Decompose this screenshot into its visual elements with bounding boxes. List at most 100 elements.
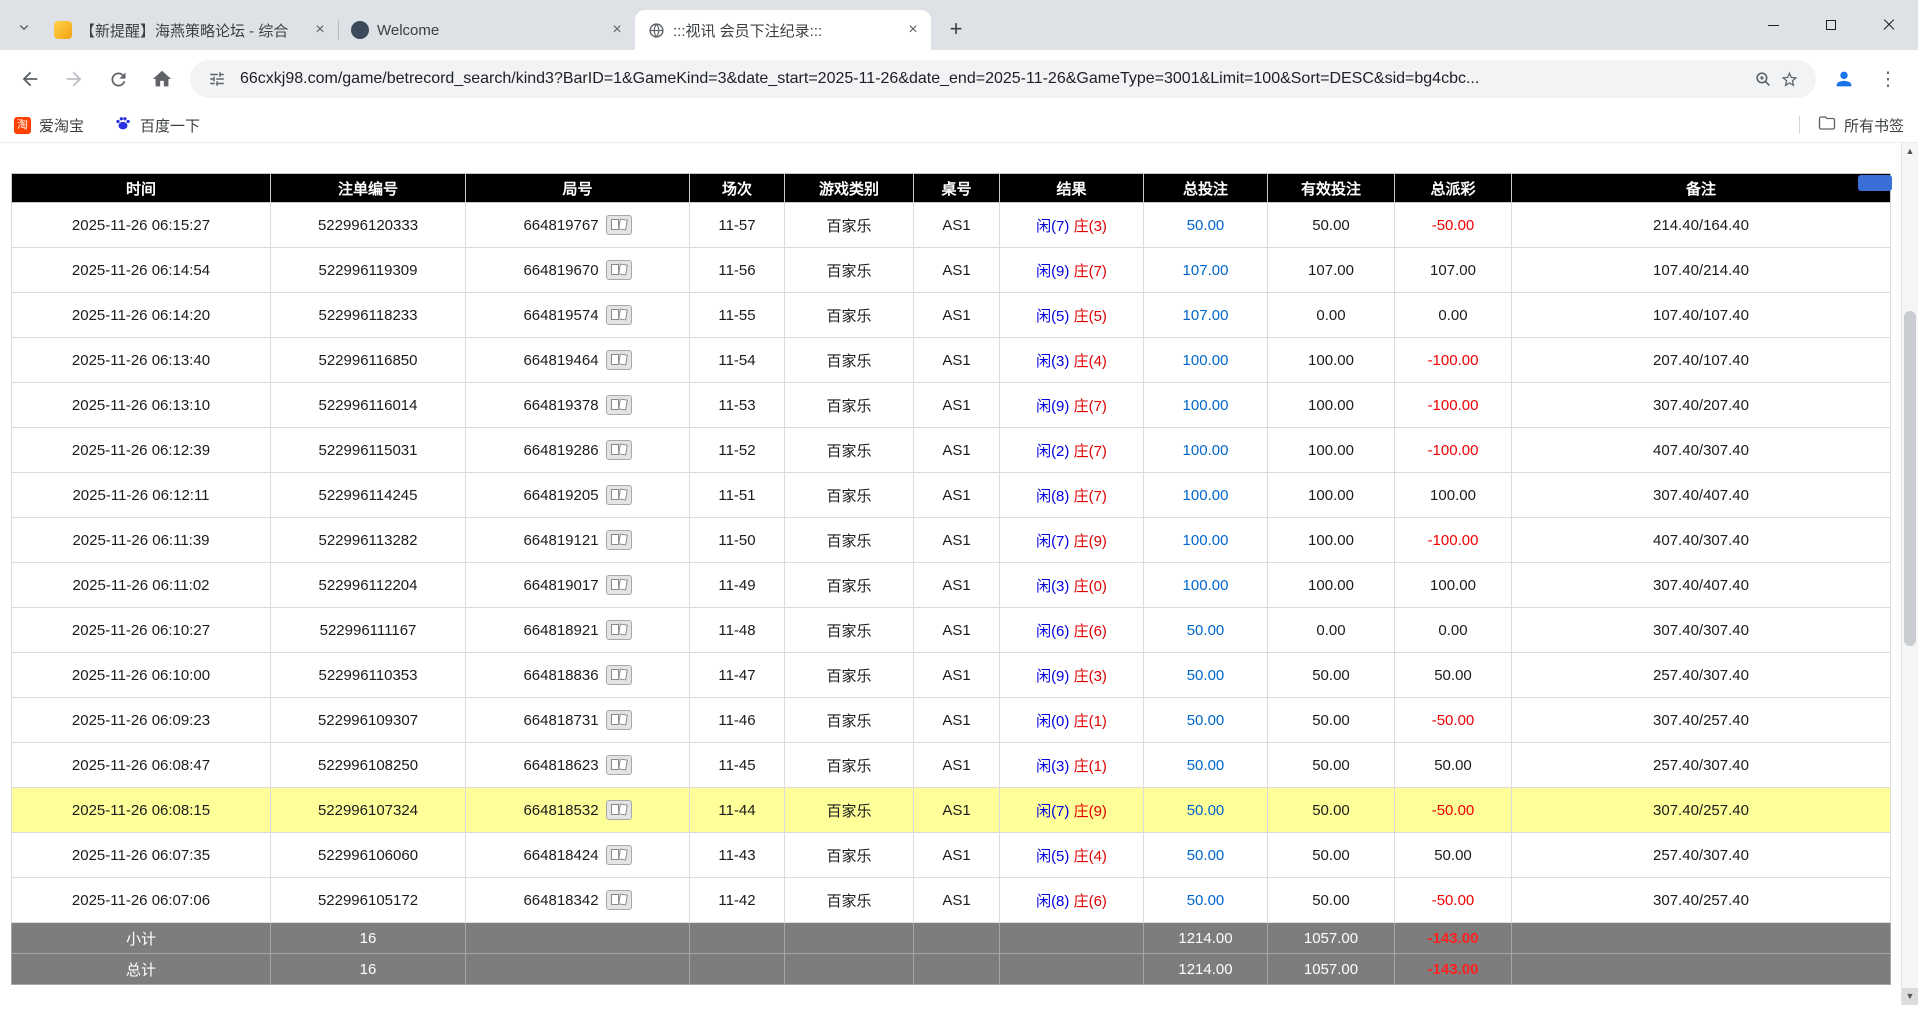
cell-payout: 100.00 — [1395, 563, 1512, 608]
cell-total-bet[interactable]: 107.00 — [1144, 248, 1268, 293]
partial-blue-button[interactable] — [1858, 175, 1892, 191]
url-text[interactable]: 66cxkj98.com/game/betrecord_search/kind3… — [240, 70, 1740, 88]
cell-remark: 407.40/307.40 — [1512, 518, 1891, 563]
card-result-icon[interactable] — [606, 260, 632, 280]
tab-search-button[interactable] — [10, 13, 38, 41]
player-result: 闲(7) — [1036, 803, 1069, 820]
cell-total-bet[interactable]: 50.00 — [1144, 608, 1268, 653]
tab-welcome[interactable]: Welcome × — [339, 10, 635, 50]
reload-button[interactable] — [98, 59, 138, 99]
card-result-icon[interactable] — [606, 215, 632, 235]
back-button[interactable] — [10, 59, 50, 99]
cell-total-bet[interactable]: 100.00 — [1144, 563, 1268, 608]
column-header: 桌号 — [914, 174, 1000, 203]
scroll-down-icon[interactable]: ▼ — [1902, 988, 1918, 1005]
cell-result: 闲(9) 庄(3) — [1000, 653, 1144, 698]
window-minimize-button[interactable] — [1744, 0, 1802, 50]
home-icon — [151, 68, 173, 90]
tab-close-icon[interactable]: × — [903, 20, 923, 40]
table-row[interactable]: 2025-11-26 06:13:40522996116850664819464… — [12, 338, 1891, 383]
site-settings-icon[interactable] — [204, 66, 230, 92]
scroll-up-icon[interactable]: ▲ — [1902, 143, 1918, 160]
table-row[interactable]: 2025-11-26 06:10:27522996111167664818921… — [12, 608, 1891, 653]
table-row[interactable]: 2025-11-26 06:07:35522996106060664818424… — [12, 833, 1891, 878]
cell-total-bet[interactable]: 50.00 — [1144, 203, 1268, 248]
home-button[interactable] — [142, 59, 182, 99]
cell-table-no: AS1 — [914, 653, 1000, 698]
round-number: 664819378 — [523, 397, 598, 414]
tab-bet-records-active[interactable]: :::视讯 会员下注纪录::: × — [635, 10, 931, 50]
card-result-icon[interactable] — [606, 485, 632, 505]
window-close-button[interactable] — [1860, 0, 1918, 50]
cell-total-bet[interactable]: 50.00 — [1144, 698, 1268, 743]
card-result-icon[interactable] — [606, 350, 632, 370]
bookmark-taobao[interactable]: 淘 爱淘宝 — [14, 115, 84, 136]
profile-button[interactable] — [1824, 59, 1864, 99]
cell-total-bet[interactable]: 50.00 — [1144, 653, 1268, 698]
zoom-icon[interactable] — [1750, 66, 1776, 92]
table-row[interactable]: 2025-11-26 06:11:39522996113282664819121… — [12, 518, 1891, 563]
card-result-icon[interactable] — [606, 620, 632, 640]
tab-forum[interactable]: 【新提醒】海燕策略论坛 - 综合 × — [42, 10, 338, 50]
card-result-icon[interactable] — [606, 440, 632, 460]
cell-total-bet[interactable]: 107.00 — [1144, 293, 1268, 338]
vertical-scrollbar[interactable]: ▲ ▼ — [1901, 143, 1918, 1005]
cell-total-bet[interactable]: 50.00 — [1144, 878, 1268, 923]
player-result: 闲(6) — [1036, 623, 1069, 640]
card-result-icon[interactable] — [606, 710, 632, 730]
card-result-icon[interactable] — [606, 800, 632, 820]
cell-total-bet[interactable]: 50.00 — [1144, 743, 1268, 788]
new-tab-button[interactable]: + — [941, 14, 971, 44]
card-result-icon[interactable] — [606, 845, 632, 865]
card-result-icon[interactable] — [606, 575, 632, 595]
table-row[interactable]: 2025-11-26 06:08:47522996108250664818623… — [12, 743, 1891, 788]
cell-total-bet[interactable]: 50.00 — [1144, 788, 1268, 833]
bookmark-baidu[interactable]: 百度一下 — [114, 114, 200, 136]
table-row[interactable]: 2025-11-26 06:13:10522996116014664819378… — [12, 383, 1891, 428]
table-body: 2025-11-26 06:15:27522996120333664819767… — [12, 203, 1891, 923]
table-row[interactable]: 2025-11-26 06:07:06522996105172664818342… — [12, 878, 1891, 923]
table-row[interactable]: 2025-11-26 06:12:39522996115031664819286… — [12, 428, 1891, 473]
table-row[interactable]: 2025-11-26 06:12:11522996114245664819205… — [12, 473, 1891, 518]
cell-session: 11-50 — [690, 518, 785, 563]
cell-total-bet[interactable]: 50.00 — [1144, 833, 1268, 878]
scrollbar-thumb[interactable] — [1904, 311, 1916, 646]
table-row[interactable]: 2025-11-26 06:15:27522996120333664819767… — [12, 203, 1891, 248]
bookmark-star-icon[interactable] — [1776, 66, 1802, 92]
cell-remark: 407.40/307.40 — [1512, 428, 1891, 473]
cell-bet-id: 522996112204 — [271, 563, 466, 608]
cell-round: 664819121 — [466, 518, 690, 563]
cell-bet-id: 522996119309 — [271, 248, 466, 293]
card-result-icon[interactable] — [606, 395, 632, 415]
cell-payout: -50.00 — [1395, 698, 1512, 743]
table-row[interactable]: 2025-11-26 06:11:02522996112204664819017… — [12, 563, 1891, 608]
table-row[interactable]: 2025-11-26 06:08:15522996107324664818532… — [12, 788, 1891, 833]
address-bar[interactable]: 66cxkj98.com/game/betrecord_search/kind3… — [190, 60, 1816, 98]
card-result-icon[interactable] — [606, 890, 632, 910]
cell-total-bet[interactable]: 100.00 — [1144, 383, 1268, 428]
forward-button[interactable] — [54, 59, 94, 99]
banker-result: 庄(9) — [1074, 533, 1107, 550]
card-result-icon[interactable] — [606, 665, 632, 685]
table-row[interactable]: 2025-11-26 06:10:00522996110353664818836… — [12, 653, 1891, 698]
summary-count: 16 — [271, 923, 466, 954]
cell-total-bet[interactable]: 100.00 — [1144, 428, 1268, 473]
table-row[interactable]: 2025-11-26 06:14:20522996118233664819574… — [12, 293, 1891, 338]
cell-round: 664818921 — [466, 608, 690, 653]
banker-result: 庄(4) — [1074, 353, 1107, 370]
window-maximize-button[interactable] — [1802, 0, 1860, 50]
tab-close-icon[interactable]: × — [310, 20, 330, 40]
card-result-icon[interactable] — [606, 755, 632, 775]
card-result-icon[interactable] — [606, 530, 632, 550]
all-bookmarks-button[interactable]: 所有书签 — [1799, 114, 1904, 136]
cell-bet-id: 522996108250 — [271, 743, 466, 788]
cell-total-bet[interactable]: 100.00 — [1144, 473, 1268, 518]
cell-total-bet[interactable]: 100.00 — [1144, 518, 1268, 563]
menu-button[interactable]: ⋮ — [1868, 59, 1908, 99]
card-result-icon[interactable] — [606, 305, 632, 325]
table-row[interactable]: 2025-11-26 06:09:23522996109307664818731… — [12, 698, 1891, 743]
cell-total-bet[interactable]: 100.00 — [1144, 338, 1268, 383]
tab-close-icon[interactable]: × — [607, 20, 627, 40]
cell-payout: -50.00 — [1395, 788, 1512, 833]
table-row[interactable]: 2025-11-26 06:14:54522996119309664819670… — [12, 248, 1891, 293]
